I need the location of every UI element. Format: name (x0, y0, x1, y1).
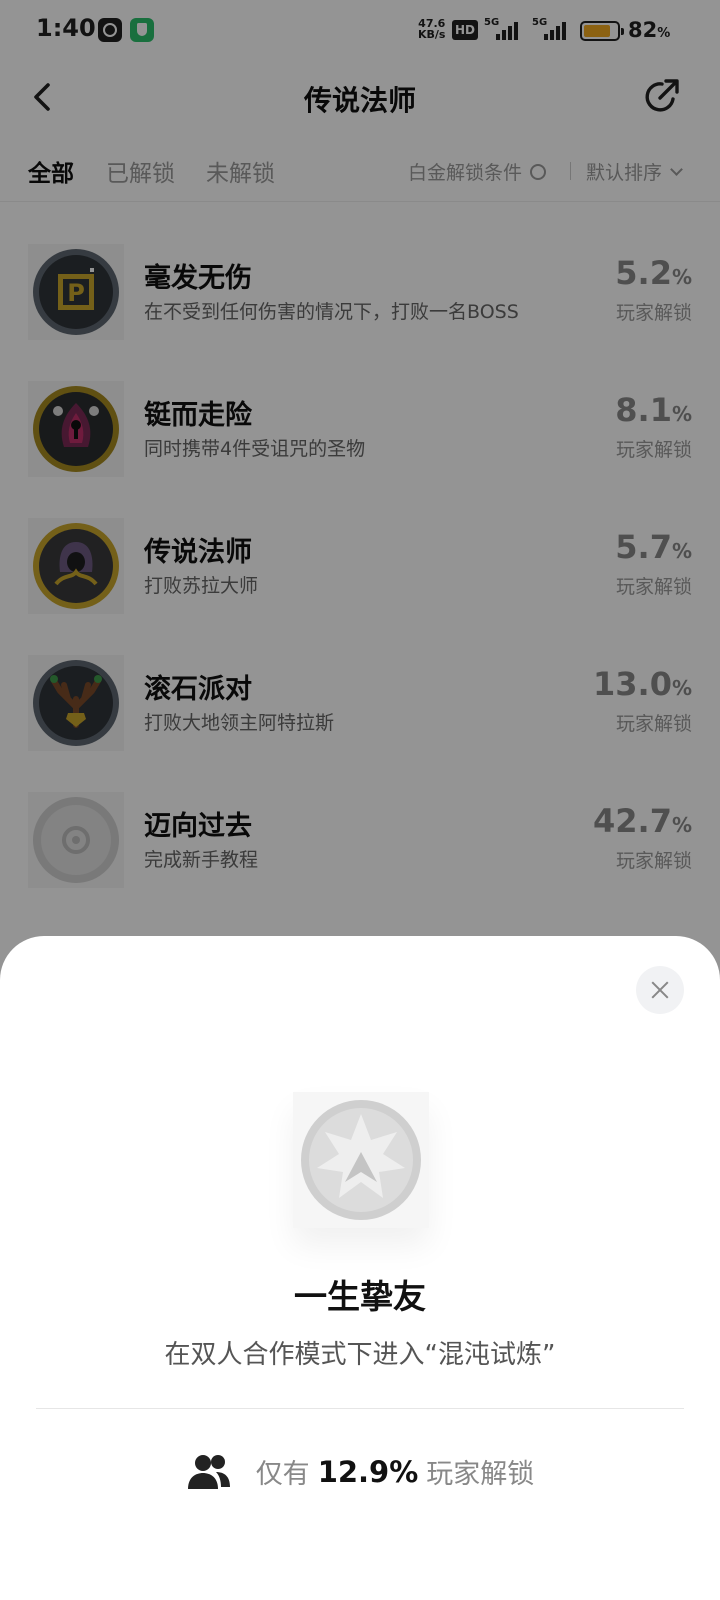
achievements-page: 1:40 47.6 KB/s HD 5G 5G 82% 传说法师 全部 已解锁 … (0, 0, 720, 1600)
sheet-title: 一生挚友 (294, 1277, 426, 1316)
close-icon[interactable] (636, 966, 684, 1014)
unlock-stat: 仅有 12.9% 玩家解锁 (0, 1452, 720, 1491)
sheet-divider (36, 1408, 684, 1409)
achievement-detail-sheet: 一生挚友 在双人合作模式下进入“混沌试炼” 仅有 12.9% 玩家解锁 (0, 936, 720, 1600)
gray-star-burst-icon (293, 1092, 429, 1228)
sheet-description: 在双人合作模式下进入“混沌试炼” (164, 1340, 556, 1370)
users-icon (187, 1454, 230, 1489)
